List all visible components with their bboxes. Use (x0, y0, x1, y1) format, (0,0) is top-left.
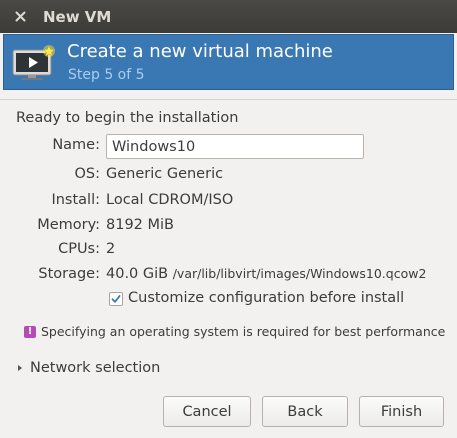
header-title: Create a new virtual machine (67, 41, 333, 62)
os-value: Generic Generic (106, 166, 224, 182)
storage-value: 40.0 GiB /var/lib/libvirt/images/Windows… (106, 266, 426, 282)
storage-path: /var/lib/libvirt/images/Windows10.qcow2 (172, 266, 427, 281)
install-value: Local CDROM/ISO (106, 192, 234, 208)
new-vm-window: New VM Create a new virtual machine Step… (0, 0, 457, 438)
window-title: New VM (43, 7, 112, 26)
name-field[interactable] (106, 134, 364, 159)
memory-label: Memory: (37, 217, 100, 233)
close-icon[interactable] (13, 10, 27, 24)
computer-monitor-star-icon (12, 44, 58, 82)
header-step: Step 5 of 5 (68, 67, 145, 83)
title-bar: New VM (0, 0, 457, 33)
cancel-button[interactable]: Cancel (163, 396, 251, 427)
checkmark-icon (111, 295, 121, 303)
cpus-value: 2 (106, 241, 116, 257)
os-label: OS: (74, 166, 100, 182)
back-button[interactable]: Back (262, 396, 348, 427)
cpus-label: CPUs: (58, 241, 100, 257)
network-selection-label: Network selection (30, 360, 161, 376)
network-selection-expander[interactable]: Network selection (18, 360, 160, 376)
storage-size: 40.0 GiB (106, 266, 169, 282)
storage-label: Storage: (38, 266, 100, 282)
install-label: Install: (51, 192, 100, 208)
finish-button[interactable]: Finish (359, 396, 444, 427)
ready-heading: Ready to begin the installation (16, 110, 239, 126)
divider (0, 99, 457, 100)
header-banner: Create a new virtual machine Step 5 of 5 (3, 34, 454, 90)
name-label: Name: (52, 137, 100, 153)
warning-text: Specifying an operating system is requir… (41, 324, 446, 339)
customize-checkbox[interactable] (109, 292, 123, 306)
memory-value: 8192 MiB (106, 217, 174, 233)
customize-label[interactable]: Customize configuration before install (128, 290, 404, 306)
warning-icon: ! (24, 326, 36, 338)
expander-arrow-icon (18, 365, 22, 371)
